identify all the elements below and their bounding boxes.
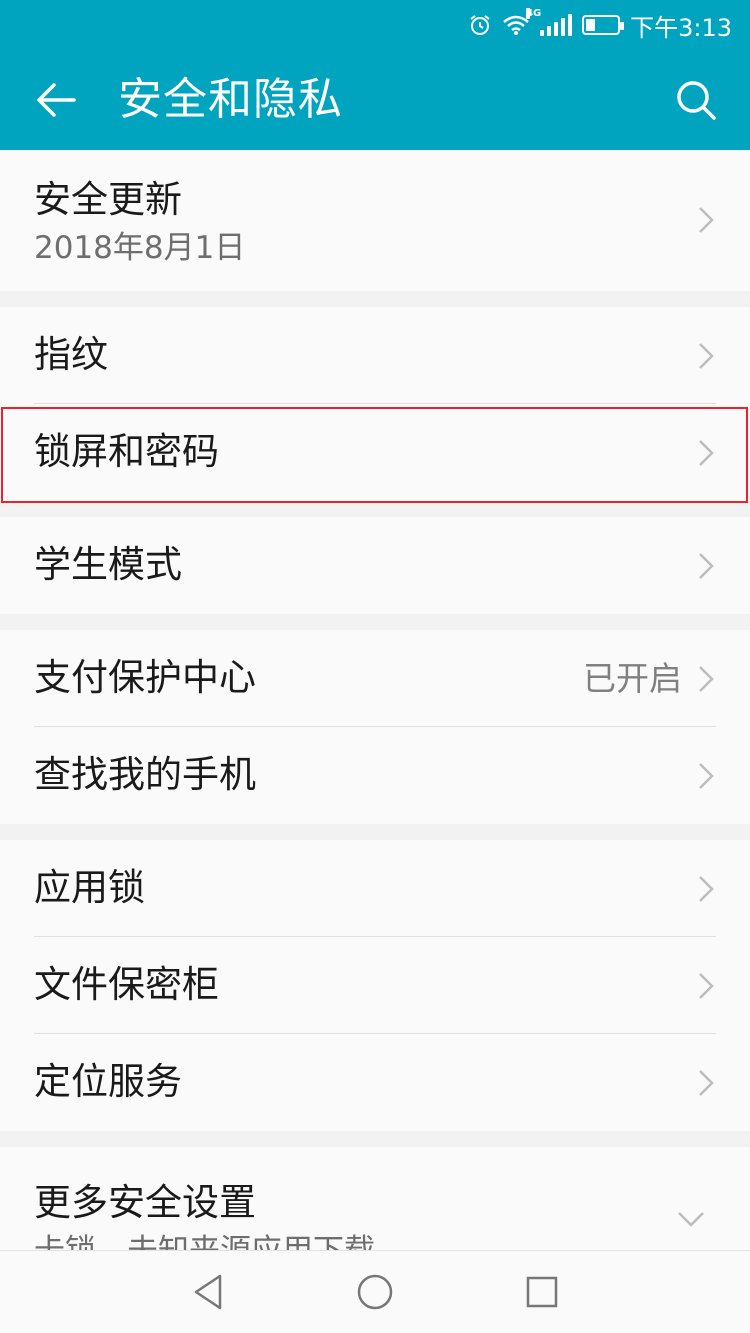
- app-bar: 安全和隐私: [0, 50, 750, 150]
- row-subtitle: 卡锁、未知来源应用下载: [34, 1231, 375, 1250]
- triangle-back-icon: [194, 1274, 222, 1310]
- page-title: 安全和隐私: [118, 74, 343, 125]
- chevron-right-icon: [699, 763, 714, 789]
- row-security-update[interactable]: 安全更新 2018年8月1日: [0, 150, 750, 291]
- search-button[interactable]: [668, 72, 724, 128]
- circle-home-icon: [357, 1274, 393, 1310]
- group-gap: [0, 824, 750, 840]
- row-label: 查找我的手机: [34, 753, 256, 796]
- row-label: 锁屏和密码: [34, 430, 219, 473]
- group-gap: [0, 614, 750, 630]
- group-more-security: 更多安全设置 卡锁、未知来源应用下载: [0, 1147, 750, 1250]
- square-recents-icon: [526, 1276, 558, 1308]
- status-time: 下午3:13: [630, 13, 732, 42]
- chevron-down-icon: [678, 1212, 704, 1227]
- group-gap: [0, 291, 750, 307]
- row-subtitle: 2018年8月1日: [34, 230, 246, 266]
- group-security-update: 安全更新 2018年8月1日: [0, 150, 750, 291]
- chevron-right-icon: [699, 876, 714, 902]
- navigation-bar: [0, 1250, 750, 1333]
- row-app-lock[interactable]: 应用锁: [0, 840, 750, 937]
- row-status-value: 已开启: [583, 659, 682, 698]
- search-icon: [677, 81, 716, 120]
- arrow-left-icon: [37, 83, 76, 117]
- alarm-icon: [470, 15, 490, 35]
- row-student-mode[interactable]: 学生模式: [0, 517, 750, 614]
- group-fingerprint-lock: 指纹 锁屏和密码: [0, 307, 750, 501]
- group-gap: [0, 501, 750, 517]
- chevron-right-icon: [699, 973, 714, 999]
- row-more-security-settings[interactable]: 更多安全设置 卡锁、未知来源应用下载: [0, 1147, 750, 1250]
- group-student-mode: 学生模式: [0, 517, 750, 614]
- row-location-services[interactable]: 定位服务: [0, 1034, 750, 1131]
- row-label: 应用锁: [34, 866, 145, 909]
- chevron-right-icon: [699, 440, 714, 466]
- chevron-right-icon: [699, 666, 714, 692]
- group-app-file-location: 应用锁 文件保密柜 定位服务: [0, 840, 750, 1131]
- network-type: 4G: [526, 8, 542, 19]
- group-payment-find: 支付保护中心 已开启 查找我的手机: [0, 630, 750, 824]
- signal-icon: 4G: [526, 8, 573, 36]
- chevron-right-icon: [699, 343, 714, 369]
- status-bar: 4G 下午3:13: [0, 0, 750, 50]
- row-label: 安全更新: [34, 178, 182, 221]
- nav-home-button[interactable]: [350, 1267, 400, 1317]
- back-button[interactable]: [26, 72, 86, 128]
- row-label: 更多安全设置: [34, 1181, 256, 1224]
- row-label: 定位服务: [34, 1060, 182, 1103]
- row-label: 文件保密柜: [34, 963, 219, 1006]
- settings-list: 安全更新 2018年8月1日 指纹 锁屏和密码 学生模式 支付保护中心 已开启: [0, 150, 750, 1250]
- row-lock-screen-password[interactable]: 锁屏和密码: [0, 404, 750, 501]
- row-label: 学生模式: [34, 543, 182, 586]
- chevron-right-icon: [699, 207, 714, 233]
- nav-recents-button[interactable]: [517, 1267, 567, 1317]
- group-gap: [0, 1131, 750, 1147]
- row-fingerprint[interactable]: 指纹: [0, 307, 750, 404]
- nav-back-button[interactable]: [183, 1267, 233, 1317]
- battery-icon: [582, 15, 625, 35]
- battery-level: [586, 19, 596, 31]
- status-icons: 4G 下午3:13: [468, 8, 732, 42]
- chevron-right-icon: [699, 553, 714, 579]
- row-payment-protection[interactable]: 支付保护中心 已开启: [0, 630, 750, 727]
- chevron-right-icon: [699, 1070, 714, 1096]
- row-find-my-phone[interactable]: 查找我的手机: [0, 727, 750, 824]
- row-file-safe[interactable]: 文件保密柜: [0, 937, 750, 1034]
- row-label: 支付保护中心: [34, 656, 256, 699]
- row-label: 指纹: [34, 333, 108, 376]
